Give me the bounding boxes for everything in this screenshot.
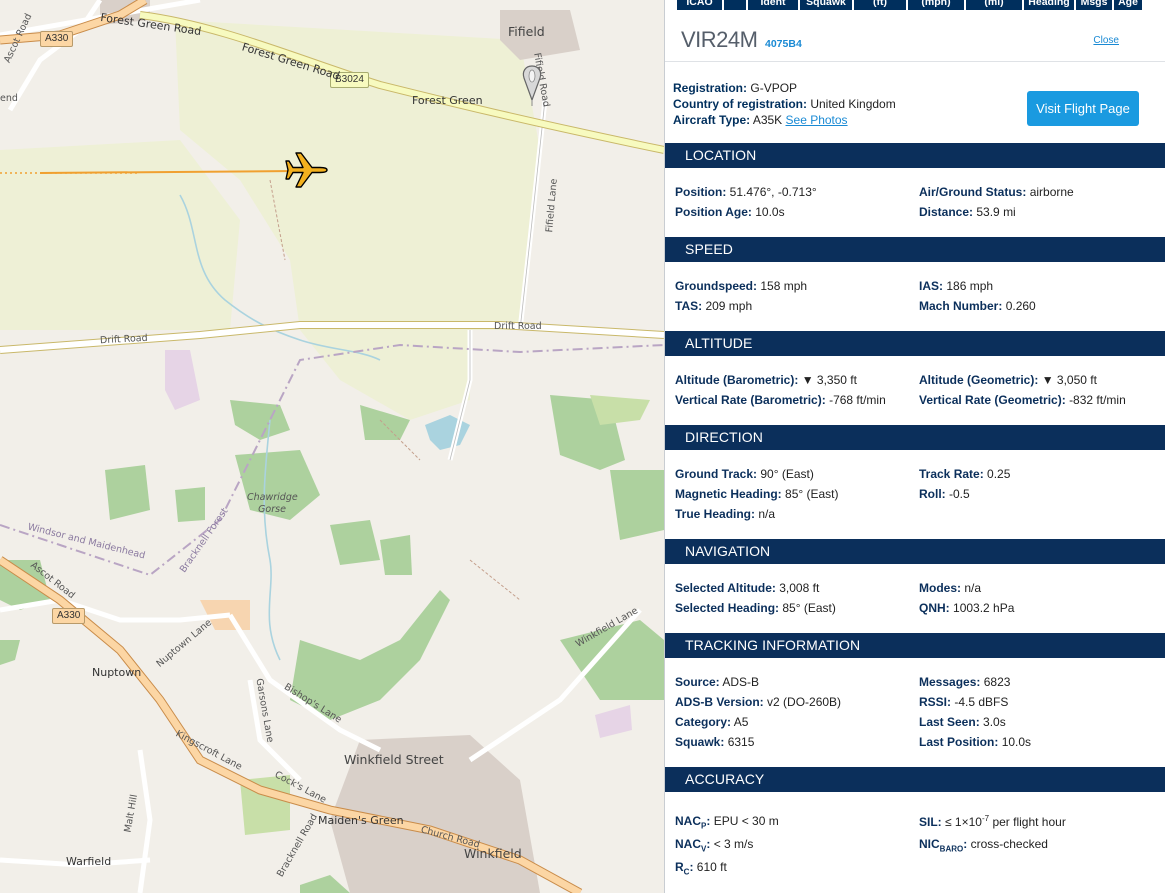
- messages-row: Messages: 6823: [919, 675, 1011, 689]
- section-header-navigation: NAVIGATION: [665, 539, 1165, 564]
- place-label: Warfield: [66, 855, 112, 868]
- country-label: Country of registration:: [673, 97, 807, 111]
- section-header-direction: DIRECTION: [665, 425, 1165, 450]
- nacv-row: NACV: < 3 m/s: [675, 837, 754, 854]
- column-header[interactable]: Age: [1114, 0, 1142, 10]
- selected-heading-row: Selected Heading: 85° (East): [675, 601, 836, 615]
- place-label: Forest Green: [412, 94, 483, 107]
- vertical-rate-barometric-row: Vertical Rate (Barometric): -768 ft/min: [675, 393, 886, 407]
- last-seen-row: Last Seen: 3.0s: [919, 715, 1006, 729]
- road-label: Drift Road: [494, 321, 542, 332]
- squawk-row: Squawk: 6315: [675, 735, 755, 749]
- airplane-icon[interactable]: [283, 150, 329, 190]
- distance-row: Distance: 53.9 mi: [919, 205, 1016, 219]
- see-photos-link[interactable]: See Photos: [786, 113, 848, 127]
- callsign: VIR24M: [681, 27, 758, 52]
- column-header[interactable]: Heading: [1024, 0, 1074, 10]
- column-header[interactable]: ICAO: [677, 0, 722, 10]
- track-rate-row: Track Rate: 0.25: [919, 467, 1011, 481]
- tas-row: TAS: 209 mph: [675, 299, 753, 313]
- column-header[interactable]: (ft): [854, 0, 906, 10]
- nacp-row: NACP: EPU < 30 m: [675, 814, 779, 831]
- position-age-row: Position Age: 10.0s: [675, 205, 785, 219]
- aircraft-type-value: A35K: [752, 113, 783, 127]
- position-row: Position: 51.476°, -0.713°: [675, 185, 817, 199]
- section-header-tracking: TRACKING INFORMATION: [665, 633, 1165, 658]
- column-header[interactable]: Squawk: [800, 0, 852, 10]
- aircraft-type-label: Aircraft Type:: [673, 113, 751, 127]
- table-column-headers: ICAO Ident Squawk (ft) (mph) (mi) Headin…: [677, 0, 1142, 10]
- aircraft-details-panel: ICAO Ident Squawk (ft) (mph) (mi) Headin…: [664, 0, 1165, 893]
- map-view[interactable]: A330 B3024 A330 Fifield Forest Green Roa…: [0, 0, 664, 893]
- road-shield-a330: A330: [52, 608, 86, 624]
- column-header[interactable]: Ident: [748, 0, 798, 10]
- selected-altitude-row: Selected Altitude: 3,008 ft: [675, 581, 820, 595]
- column-header[interactable]: (mi): [966, 0, 1022, 10]
- groundspeed-row: Groundspeed: 158 mph: [675, 279, 808, 293]
- mach-row: Mach Number: 0.260: [919, 299, 1036, 313]
- place-label: Fifield: [508, 24, 545, 39]
- column-header[interactable]: (mph): [908, 0, 964, 10]
- aircraft-title-bar: VIR24M 4075B4 Close: [665, 18, 1165, 62]
- last-position-row: Last Position: 10.0s: [919, 735, 1032, 749]
- section-header-accuracy: ACCURACY: [665, 767, 1165, 792]
- altitude-geometric-row: Altitude (Geometric): ▼ 3,050 ft: [919, 373, 1097, 387]
- nic-baro-row: NICBARO: cross-checked: [919, 837, 1048, 854]
- registration-value: G-VPOP: [750, 81, 798, 95]
- vertical-rate-geometric-row: Vertical Rate (Geometric): -832 ft/min: [919, 393, 1126, 407]
- rssi-row: RSSI: -4.5 dBFS: [919, 695, 1009, 709]
- icao-hex: 4075B4: [765, 38, 802, 50]
- place-label: Nuptown: [92, 666, 142, 679]
- source-row: Source: ADS-B: [675, 675, 760, 689]
- modes-row: Modes: n/a: [919, 581, 982, 595]
- air-ground-row: Air/Ground Status: airborne: [919, 185, 1074, 199]
- map-pin-icon[interactable]: [520, 64, 544, 108]
- place-label: Winkfield: [464, 846, 522, 861]
- place-label: end: [0, 93, 18, 104]
- roll-row: Roll: -0.5: [919, 487, 970, 501]
- ias-row: IAS: 186 mph: [919, 279, 994, 293]
- section-header-altitude: ALTITUDE: [665, 331, 1165, 356]
- place-label: Chawridge Gorse: [247, 492, 298, 515]
- country-value: United Kingdom: [810, 97, 896, 111]
- rc-row: RC: 610 ft: [675, 860, 727, 877]
- true-heading-row: True Heading: n/a: [675, 507, 776, 521]
- section-header-location: LOCATION: [665, 143, 1165, 168]
- category-row: Category: A5: [675, 715, 749, 729]
- sil-row: SIL: ≤ 1×10-7 per flight hour: [919, 814, 1066, 829]
- column-header[interactable]: Msgs: [1076, 0, 1112, 10]
- registration-block: Registration: G-VPOP Country of registra…: [673, 80, 896, 128]
- road-shield-a330: A330: [40, 31, 74, 47]
- place-label: Winkfield Street: [344, 752, 444, 767]
- close-link[interactable]: Close: [1093, 35, 1119, 46]
- column-header[interactable]: [724, 0, 746, 10]
- qnh-row: QNH: 1003.2 hPa: [919, 601, 1015, 615]
- place-label: Maiden's Green: [318, 814, 404, 827]
- visit-flight-page-button[interactable]: Visit Flight Page: [1027, 91, 1139, 126]
- altitude-barometric-row: Altitude (Barometric): ▼ 3,350 ft: [675, 373, 857, 387]
- section-header-speed: SPEED: [665, 237, 1165, 262]
- magnetic-heading-row: Magnetic Heading: 85° (East): [675, 487, 839, 501]
- ground-track-row: Ground Track: 90° (East): [675, 467, 814, 481]
- adsb-version-row: ADS-B Version: v2 (DO-260B): [675, 695, 842, 709]
- registration-label: Registration:: [673, 81, 748, 95]
- map-base-layer: [0, 0, 664, 893]
